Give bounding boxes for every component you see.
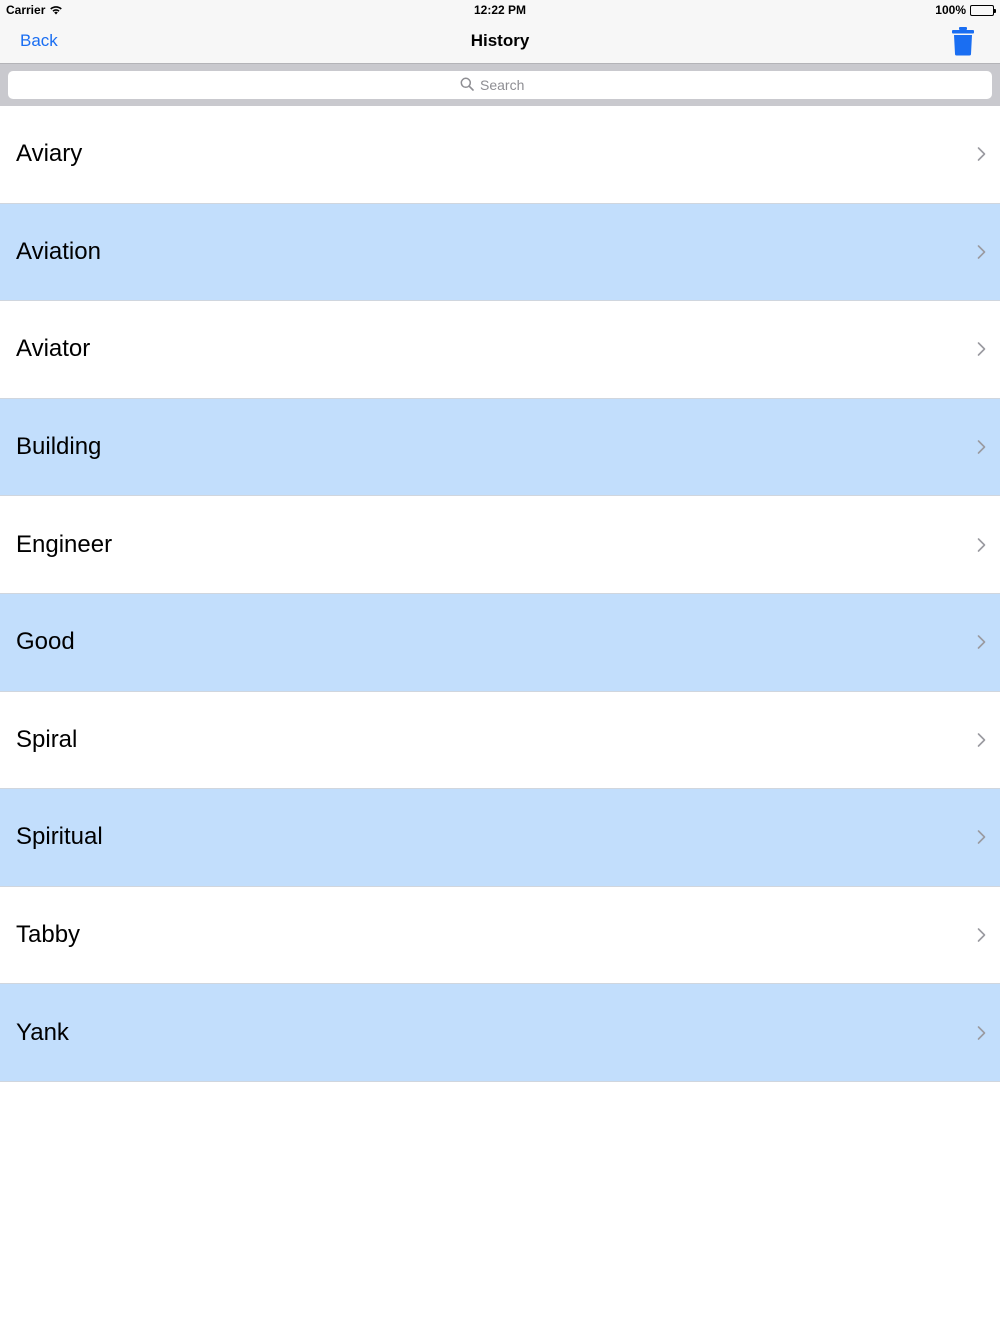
list-item-label: Spiritual bbox=[16, 823, 103, 851]
list-item[interactable]: Spiritual bbox=[0, 789, 1000, 887]
chevron-right-icon bbox=[977, 440, 986, 455]
list-item[interactable]: Aviary bbox=[0, 106, 1000, 204]
list-item[interactable]: Engineer bbox=[0, 496, 1000, 594]
navigation-bar: Back History bbox=[0, 20, 1000, 63]
chevron-right-icon bbox=[977, 830, 986, 845]
list-item-label: Spiral bbox=[16, 725, 78, 753]
list-item[interactable]: Tabby bbox=[0, 887, 1000, 985]
chevron-right-icon bbox=[977, 147, 986, 162]
chevron-right-icon bbox=[977, 342, 986, 357]
history-list: Aviary Aviation Aviator Building Engineer Goo… bbox=[0, 106, 1000, 1082]
list-item-label: Good bbox=[16, 628, 75, 656]
list-item-label: Yank bbox=[16, 1018, 69, 1046]
list-item[interactable]: Building bbox=[0, 398, 1000, 497]
list-item[interactable]: Good bbox=[0, 593, 1000, 692]
list-item[interactable]: Yank bbox=[0, 984, 1000, 1082]
list-item-label: Engineer bbox=[16, 530, 113, 558]
status-time: 12:22 PM bbox=[473, 3, 527, 17]
chevron-right-icon bbox=[977, 1025, 986, 1040]
page-title: History bbox=[470, 31, 530, 50]
list-item-label: Aviator bbox=[16, 335, 91, 363]
search-icon bbox=[460, 77, 474, 94]
list-item-label: Aviary bbox=[16, 140, 83, 168]
battery-percent: 100% bbox=[935, 3, 966, 17]
chevron-right-icon bbox=[977, 537, 986, 552]
list-item[interactable]: Aviation bbox=[0, 203, 1000, 302]
chevron-right-icon bbox=[977, 928, 986, 943]
search-field[interactable] bbox=[8, 71, 992, 99]
list-item-label: Aviation bbox=[16, 237, 101, 265]
chevron-right-icon bbox=[977, 732, 986, 747]
chevron-right-icon bbox=[977, 635, 986, 650]
search-bar bbox=[0, 63, 1000, 106]
list-item-label: Tabby bbox=[16, 921, 81, 949]
status-bar: Carrier 12:22 PM 100% bbox=[0, 0, 1000, 20]
chevron-right-icon bbox=[977, 244, 986, 259]
list-item-label: Building bbox=[16, 433, 102, 461]
battery-icon bbox=[970, 4, 996, 16]
status-right: 100% bbox=[935, 3, 996, 17]
trash-icon[interactable] bbox=[950, 26, 976, 56]
list-item[interactable]: Spiral bbox=[0, 692, 1000, 790]
search-input[interactable] bbox=[480, 77, 540, 93]
list-item[interactable]: Aviator bbox=[0, 301, 1000, 399]
